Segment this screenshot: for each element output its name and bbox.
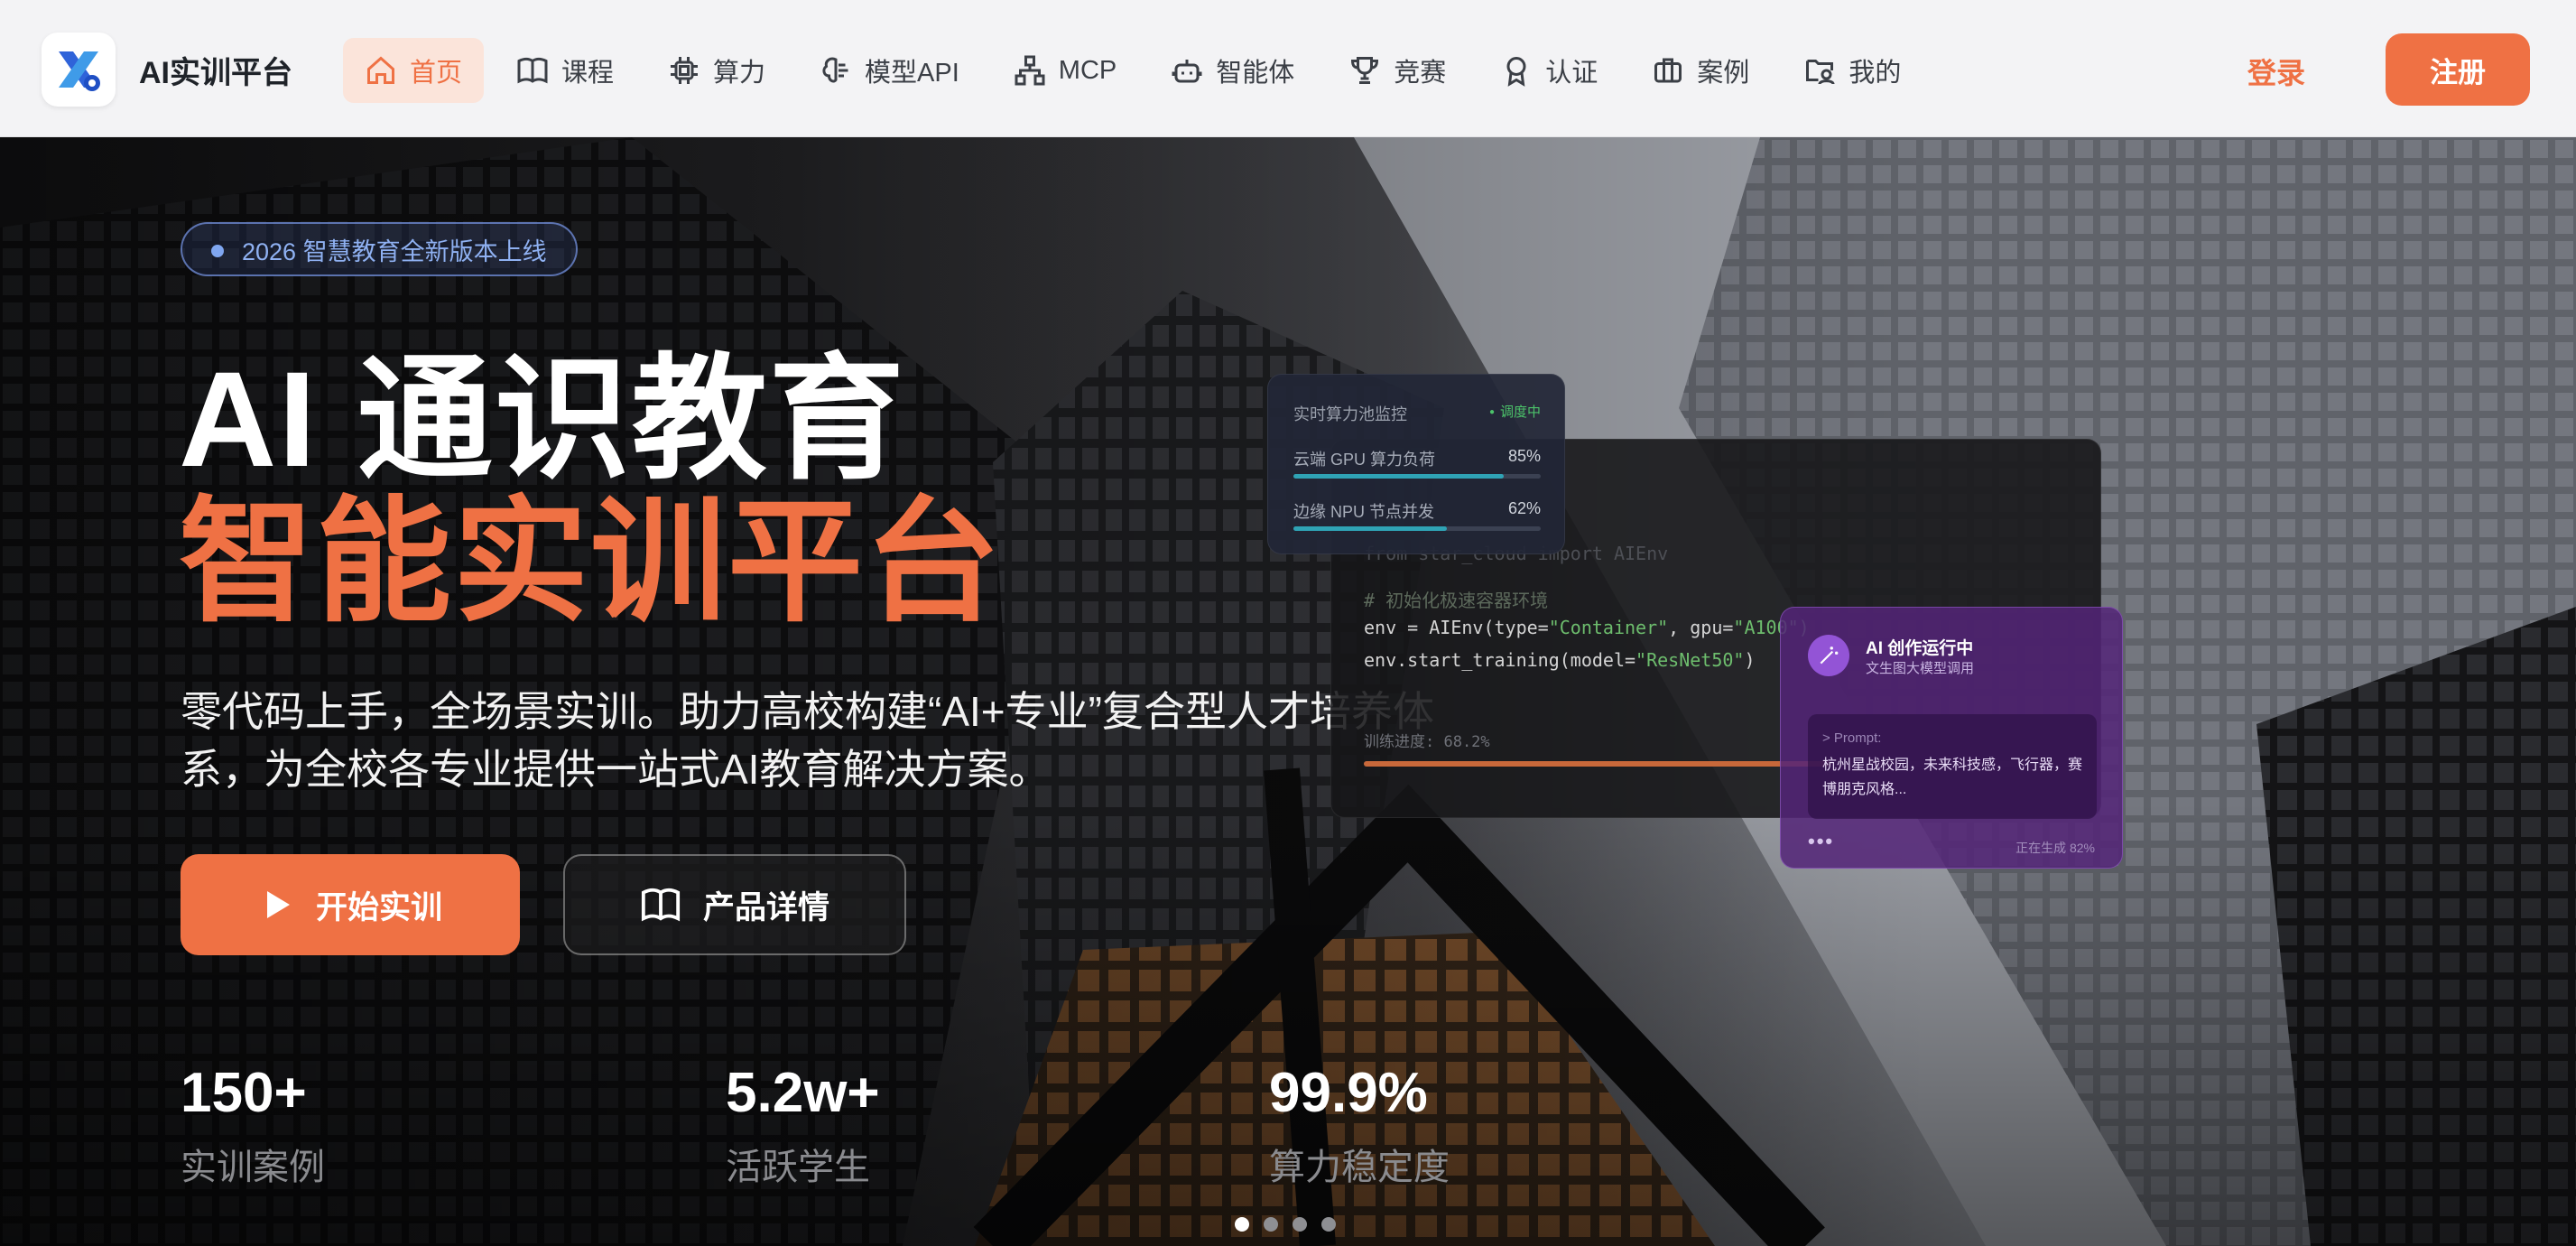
stat-students: 5.2w+ 活跃学生 (726, 1062, 880, 1190)
chip-icon (671, 57, 699, 84)
carousel-indicators (1235, 1217, 1350, 1232)
training-progress-fill (1364, 761, 1832, 767)
monitor-row-npu: 边缘 NPU 节点并发 62% (1293, 499, 1541, 523)
hero-title-line2: 智能实训平台 (179, 486, 1003, 637)
hero-banner: 2026 智慧教育全新版本上线 AI 通识教育 智能实训平台 零代码上手，全场景… (0, 137, 2576, 1246)
announcement-badge[interactable]: 2026 智慧教育全新版本上线 (181, 222, 578, 276)
ai-card-subtitle: 文生图大模型调用 (1866, 661, 1975, 676)
monitor-header: 实时算力池监控 调度中 (1293, 402, 1541, 425)
stat-label: 实训案例 (181, 1148, 325, 1187)
stat-value: 150+ (181, 1062, 307, 1124)
monitor-row-value: 62% (1507, 499, 1541, 517)
training-progress-label: 训练进度: 68.2% (1364, 733, 1490, 751)
nav-label-mine: 我的 (1849, 59, 1902, 88)
hero-subtitle: 零代码上手，全场景实训。助力高校构建“AI+专业”复合型人才培养体系，为全校各专… (181, 688, 1434, 793)
nav-item-cases[interactable]: 案例 (1630, 38, 1771, 103)
hero-title-line1: AI 通识教育 (179, 343, 906, 495)
play-icon (266, 891, 290, 918)
monitor-bar-gpu (1293, 474, 1541, 479)
brand-logo-icon (42, 33, 116, 107)
monitor-row-label: 云端 GPU 算力负荷 (1293, 451, 1436, 469)
more-options-icon[interactable]: ••• (1808, 830, 1834, 853)
nav-item-compute[interactable]: 算力 (646, 38, 787, 103)
code-line-comment: # 初始化极速容器环境 (1364, 590, 1549, 611)
nav-label-mcp: MCP (1058, 55, 1117, 85)
product-details-label: 产品详情 (702, 889, 829, 925)
nav-item-mine[interactable]: 我的 (1782, 38, 1923, 103)
stat-stability: 99.9% 算力稳定度 (1269, 1062, 1450, 1190)
nav-item-certification[interactable]: 认证 (1478, 38, 1619, 103)
book-open-icon (641, 888, 681, 922)
user-folder-icon (1806, 60, 1835, 85)
robot-icon (1172, 60, 1202, 83)
carousel-dot[interactable] (1321, 1217, 1336, 1232)
monitor-bar-npu (1293, 526, 1541, 531)
stat-value: 5.2w+ (726, 1062, 880, 1124)
code-line-env: env = AIEnv(type="Container", gpu="A100"… (1364, 617, 1810, 638)
monitor-row-label: 边缘 NPU 节点并发 (1293, 503, 1435, 521)
carousel-dot[interactable] (1235, 1217, 1249, 1232)
monitor-row-gpu: 云端 GPU 算力负荷 85% (1293, 447, 1541, 470)
award-icon (1506, 57, 1526, 87)
monitor-bar-fill (1293, 526, 1447, 531)
nav-item-home[interactable]: 首页 (343, 38, 485, 103)
book-icon (517, 57, 548, 84)
brain-icon (822, 57, 848, 83)
brand[interactable]: AI实训平台 (42, 33, 292, 107)
ai-prompt-label: > Prompt: (1822, 730, 1882, 746)
stat-label: 活跃学生 (726, 1148, 870, 1187)
stat-value: 99.9% (1269, 1062, 1428, 1124)
monitor-title: 实时算力池监控 (1293, 405, 1407, 423)
carousel-dot[interactable] (1264, 1217, 1278, 1232)
product-details-button[interactable]: 产品详情 (563, 854, 906, 955)
main-nav: 首页 课程 算力 模型API MCP 智能体 竞赛 认证 案例 我的 (343, 38, 1933, 103)
carousel-dot[interactable] (1293, 1217, 1307, 1232)
nav-label-home: 首页 (410, 59, 463, 88)
ai-creation-card: AI 创作运行中 文生图大模型调用 > Prompt: 杭州星战校园，未来科技感… (1780, 607, 2123, 869)
nav-label-agent: 智能体 (1216, 59, 1295, 88)
briefcase-icon (1654, 58, 1682, 83)
nav-item-courses[interactable]: 课程 (495, 38, 635, 103)
nav-label-cases: 案例 (1697, 59, 1750, 88)
ai-prompt-text: 杭州星战校园，未来科技感，飞行器，赛博朋克风格... (1822, 758, 2083, 797)
brand-name: AI实训平台 (139, 55, 292, 90)
top-navbar: AI实训平台 首页 课程 算力 模型API MCP 智能体 竞赛 认证 案例 我… (0, 0, 2576, 137)
login-button[interactable]: 登录 (2247, 51, 2305, 92)
badge-text: 2026 智慧教育全新版本上线 (242, 237, 547, 265)
ai-prompt-box: > Prompt: 杭州星战校园，未来科技感，飞行器，赛博朋克风格... (1808, 714, 2097, 819)
stat-cases: 150+ 实训案例 (181, 1062, 325, 1190)
nav-label-model-api: 模型API (865, 59, 959, 88)
magic-wand-icon (1808, 635, 1849, 676)
badge-dot-icon (211, 245, 224, 257)
nav-item-agent[interactable]: 智能体 (1149, 38, 1316, 103)
monitor-bar-fill (1293, 474, 1504, 479)
home-icon (367, 56, 394, 84)
nav-label-compute: 算力 (713, 59, 766, 88)
start-training-button[interactable]: 开始实训 (181, 854, 520, 955)
stat-label: 算力稳定度 (1269, 1148, 1450, 1187)
nav-item-competition[interactable]: 竞赛 (1327, 38, 1468, 103)
nav-label-certification: 认证 (1545, 59, 1598, 88)
network-icon (1015, 55, 1045, 86)
monitor-row-value: 85% (1507, 447, 1541, 465)
nav-item-model-api[interactable]: 模型API (798, 38, 981, 103)
nav-label-competition: 竞赛 (1394, 59, 1447, 88)
nav-item-mcp[interactable]: MCP (992, 38, 1138, 103)
ai-card-title: AI 创作运行中 (1866, 639, 1974, 658)
trophy-icon (1351, 57, 1379, 84)
ai-generation-status: 正在生成 82% (2015, 841, 2095, 855)
compute-monitor-card: 实时算力池监控 调度中 云端 GPU 算力负荷 85% 边缘 NPU 节点并发 … (1267, 374, 1565, 554)
register-button[interactable]: 注册 (2386, 33, 2530, 106)
code-line-train: env.start_training(model="ResNet50") (1364, 649, 1756, 671)
monitor-status: 调度中 (1489, 402, 1541, 425)
nav-label-courses: 课程 (561, 59, 615, 88)
start-training-label: 开始实训 (315, 889, 442, 925)
